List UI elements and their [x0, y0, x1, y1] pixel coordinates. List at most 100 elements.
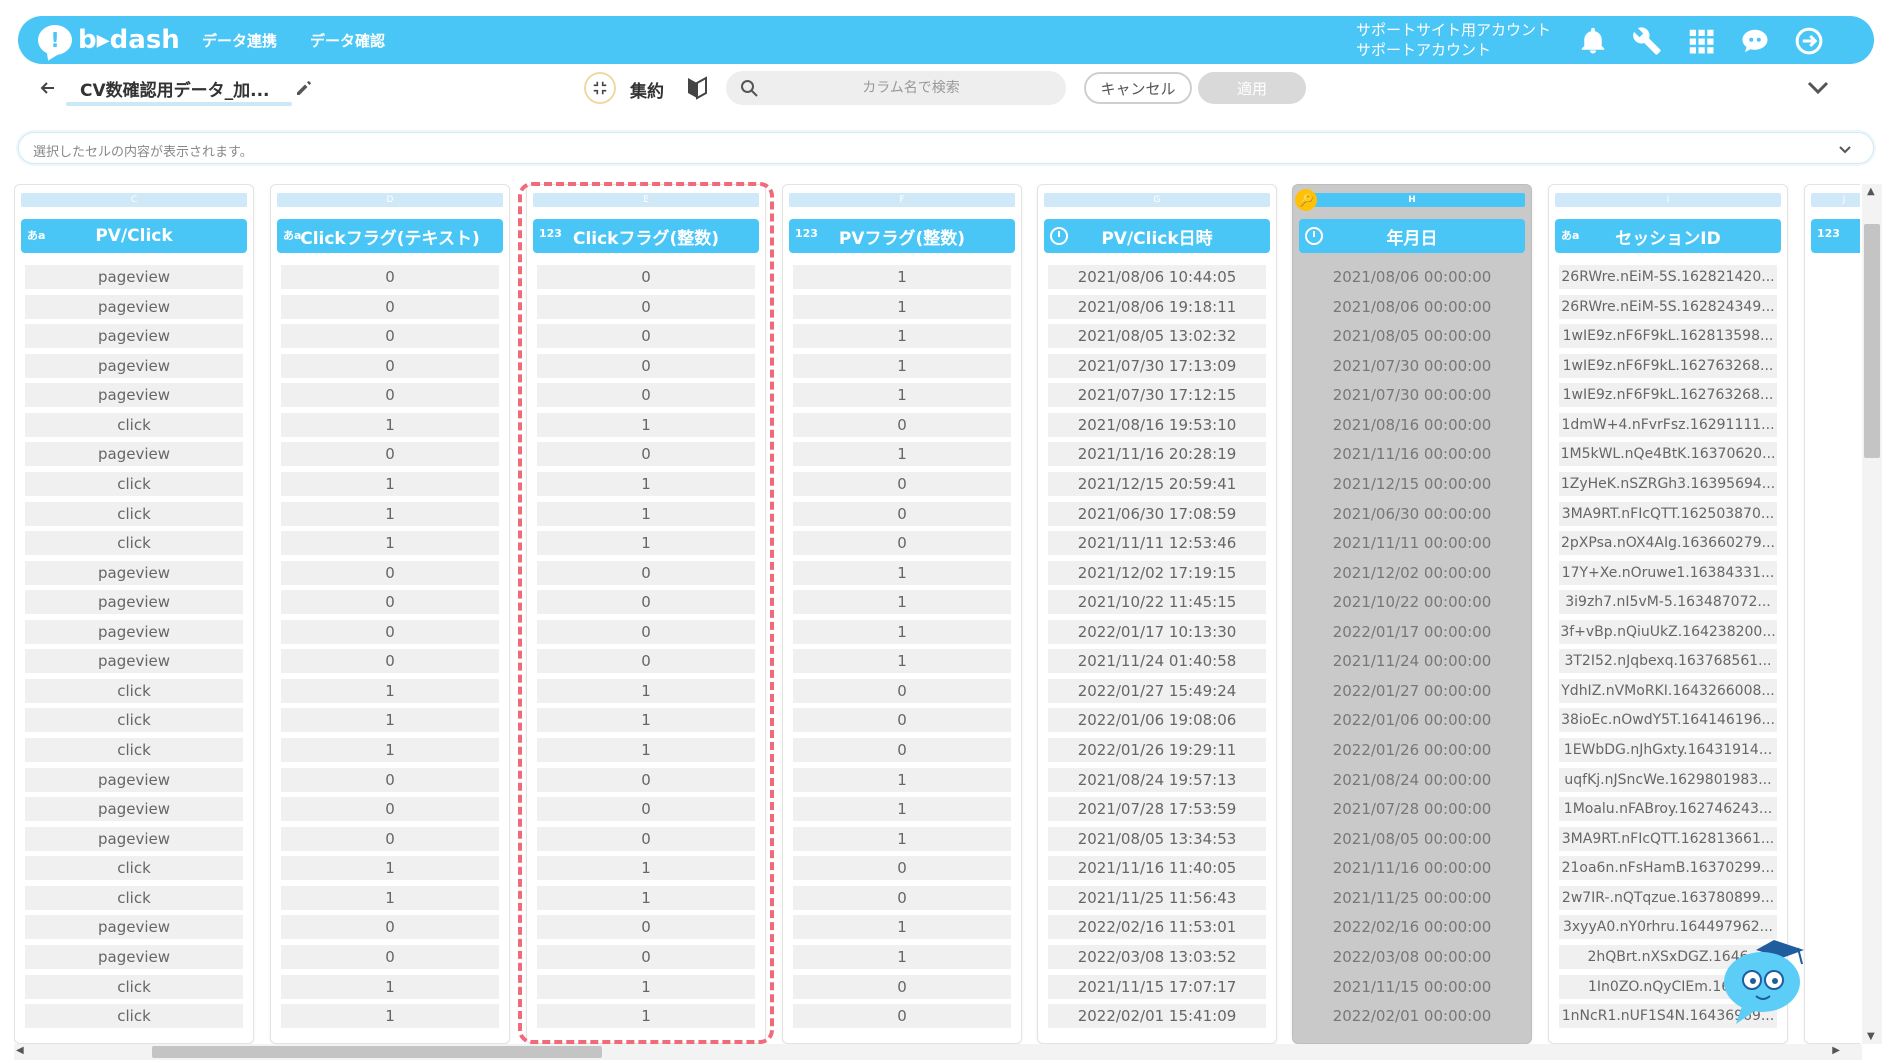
table-cell[interactable]: 1	[793, 826, 1011, 851]
table-cell[interactable]: pageview	[25, 442, 243, 467]
table-cell[interactable]: pageview	[25, 797, 243, 822]
column-header[interactable]: 123 PVフラグ(整数)	[789, 219, 1015, 253]
account-info[interactable]: サポートサイト用アカウント サポートアカウント	[1356, 20, 1551, 60]
table-cell[interactable]: 0	[537, 590, 755, 615]
table-cell[interactable]: pageview	[25, 590, 243, 615]
table-cell[interactable]: pageview	[25, 649, 243, 674]
vertical-scroll-thumb[interactable]	[1864, 224, 1880, 458]
column-letter[interactable]: H	[1299, 193, 1525, 207]
table-cell[interactable]: 0	[281, 826, 499, 851]
table-cell[interactable]: 17Y+Xe.nOruwe1.16384331...	[1559, 560, 1777, 585]
help-mascot-icon[interactable]	[1712, 926, 1812, 1026]
column-header[interactable]: 年月日	[1299, 219, 1525, 253]
table-cell[interactable]: uqfKj.nJSncWe.1629801983...	[1559, 767, 1777, 792]
table-cell[interactable]: 1EWbDG.nJhGxty.16431914...	[1559, 738, 1777, 762]
table-cell[interactable]: pageview	[25, 915, 243, 940]
compress-icon[interactable]	[584, 72, 616, 104]
table-cell[interactable]: click	[25, 856, 243, 881]
table-cell[interactable]: 3i9zh7.nI5vM-5.163487072...	[1559, 590, 1777, 615]
table-cell[interactable]: 0	[793, 885, 1011, 910]
table-cell[interactable]: pageview	[25, 265, 243, 289]
table-cell[interactable]: 2021/08/16 00:00:00	[1303, 412, 1521, 437]
table-cell[interactable]: 0	[281, 619, 499, 644]
table-cell[interactable]: 0	[793, 738, 1011, 762]
nav-data-integration[interactable]: データ連携	[202, 30, 277, 51]
table-cell[interactable]: 0	[793, 974, 1011, 999]
table-cell[interactable]: 1Moalu.nFABroy.162746243...	[1559, 797, 1777, 822]
grid-column[interactable]: G PV/Click日時 2021/08/06 10:44:05 2021/08/06…	[1037, 184, 1277, 1044]
table-cell[interactable]: 0	[537, 797, 755, 822]
table-cell[interactable]: 0	[537, 294, 755, 319]
table-cell[interactable]: 1	[281, 1004, 499, 1029]
table-cell[interactable]: 2022/02/16 00:00:00	[1303, 915, 1521, 940]
table-cell[interactable]: 2021/08/06 19:18:11	[1048, 294, 1266, 319]
table-cell[interactable]: 3MA9RT.nFIcQTT.162813661...	[1559, 826, 1777, 851]
table-cell[interactable]: 0	[793, 531, 1011, 556]
table-cell[interactable]: 3f+vBp.nQiuUkZ.164238200...	[1559, 619, 1777, 644]
aggregate-label[interactable]: 集約	[630, 77, 664, 102]
table-cell[interactable]: 2021/07/28 00:00:00	[1303, 797, 1521, 822]
table-cell[interactable]: 2022/01/27 15:49:24	[1048, 678, 1266, 703]
table-cell[interactable]: 1wIE9z.nF6F9kL.162813598...	[1559, 324, 1777, 349]
support-mascot-icon[interactable]	[1740, 26, 1770, 56]
table-cell[interactable]: 1wIE9z.nF6F9kL.162763268...	[1559, 383, 1777, 408]
pencil-icon[interactable]	[294, 78, 314, 98]
table-cell[interactable]: 0	[537, 826, 755, 851]
table-cell[interactable]: 1	[537, 708, 755, 733]
table-cell[interactable]: 0	[537, 560, 755, 585]
table-cell[interactable]: 0	[793, 412, 1011, 437]
bdash-logo[interactable]: ! b▸dash	[38, 22, 180, 58]
table-cell[interactable]: 2022/01/06 00:00:00	[1303, 708, 1521, 733]
table-cell[interactable]: click	[25, 471, 243, 496]
table-cell[interactable]: 2021/10/22 00:00:00	[1303, 590, 1521, 615]
table-cell[interactable]: 2021/12/02 00:00:00	[1303, 560, 1521, 585]
table-cell[interactable]: pageview	[25, 767, 243, 792]
table-cell[interactable]: 2021/11/11 00:00:00	[1303, 531, 1521, 556]
column-letter[interactable]: J	[1811, 193, 1860, 207]
table-cell[interactable]: 0	[537, 767, 755, 792]
table-cell[interactable]: 1	[281, 708, 499, 733]
table-cell[interactable]: 0	[793, 678, 1011, 703]
table-cell[interactable]: 1	[793, 797, 1011, 822]
horizontal-scrollbar[interactable]: ◀ ▶	[14, 1044, 1862, 1060]
table-cell[interactable]: 1wIE9z.nF6F9kL.162763268...	[1559, 353, 1777, 378]
table-cell[interactable]: 2021/07/30 17:13:09	[1048, 353, 1266, 378]
table-cell[interactable]: 1	[537, 885, 755, 910]
table-cell[interactable]: 2pXPsa.nOX4AIg.163660279...	[1559, 531, 1777, 556]
table-cell[interactable]: 2021/08/05 00:00:00	[1303, 324, 1521, 349]
table-cell[interactable]: 2021/08/05 00:00:00	[1303, 826, 1521, 851]
table-cell[interactable]: 0	[537, 353, 755, 378]
table-cell[interactable]: click	[25, 1004, 243, 1029]
table-cell[interactable]: 0	[281, 590, 499, 615]
table-cell[interactable]: 2022/02/01 15:41:09	[1048, 1004, 1266, 1029]
table-cell[interactable]: 0	[793, 471, 1011, 496]
column-search-box[interactable]	[726, 71, 1066, 105]
table-cell[interactable]: 1	[793, 649, 1011, 674]
table-cell[interactable]: 0	[281, 353, 499, 378]
table-cell[interactable]: 1	[281, 531, 499, 556]
table-cell[interactable]: 1	[537, 974, 755, 999]
table-cell[interactable]: 0	[281, 797, 499, 822]
table-cell[interactable]: 2021/11/16 11:40:05	[1048, 856, 1266, 881]
column-header[interactable]: あa セッションID	[1555, 219, 1781, 253]
table-cell[interactable]: 2021/07/30 00:00:00	[1303, 383, 1521, 408]
table-cell[interactable]: 1ZyHeK.nSZRGh3.16395694...	[1559, 471, 1777, 496]
column-letter[interactable]: E	[533, 193, 759, 207]
table-cell[interactable]: 1	[793, 294, 1011, 319]
table-cell[interactable]: 2021/08/24 19:57:13	[1048, 767, 1266, 792]
table-cell[interactable]: 2021/11/16 00:00:00	[1303, 856, 1521, 881]
column-letter[interactable]: D	[277, 193, 503, 207]
table-cell[interactable]: 0	[537, 383, 755, 408]
nav-data-check[interactable]: データ確認	[310, 30, 385, 51]
table-cell[interactable]: 1	[537, 412, 755, 437]
table-cell[interactable]: 0	[537, 442, 755, 467]
table-cell[interactable]: 2021/11/25 11:56:43	[1048, 885, 1266, 910]
table-cell[interactable]: 2022/02/16 11:53:01	[1048, 915, 1266, 940]
table-cell[interactable]: 1	[537, 856, 755, 881]
table-cell[interactable]: 26RWre.nEiM-5S.162824349...	[1559, 294, 1777, 319]
table-cell[interactable]: 2021/10/22 11:45:15	[1048, 590, 1266, 615]
grid-column[interactable]: I あa セッションID 26RWre.nEiM-5S.162821420... 26R…	[1548, 184, 1788, 1044]
grid-column[interactable]: D あa Clickフラグ(テキスト) 0 0 0 0 0 1 0 1 1 1 0 0 0 0 1 1 1 0 0 0 1 1 0…	[270, 184, 510, 1044]
table-cell[interactable]: 0	[537, 265, 755, 289]
table-cell[interactable]: 3MA9RT.nFIcQTT.162503870...	[1559, 501, 1777, 526]
